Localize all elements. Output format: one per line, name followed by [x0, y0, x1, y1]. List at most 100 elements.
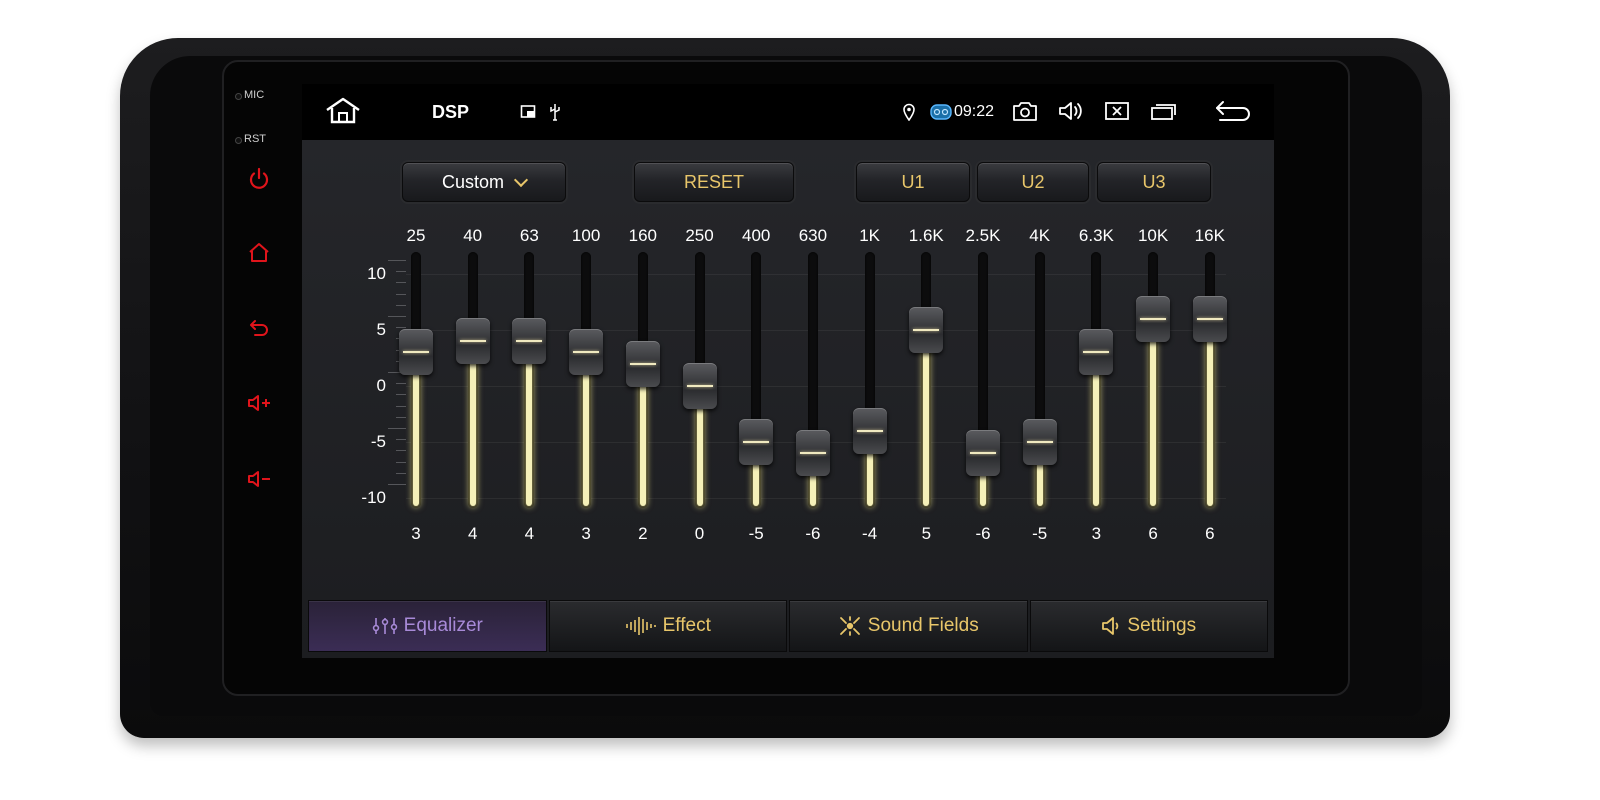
back-hw-button[interactable] — [246, 314, 272, 340]
band-gain-value: -6 — [975, 524, 991, 543]
volume-down-button[interactable] — [246, 466, 272, 492]
user-preset-1-button[interactable]: U1 — [856, 162, 970, 202]
scale-label-0: 0 — [376, 376, 386, 395]
home-hw-button[interactable] — [246, 240, 272, 266]
band-gain-value: -6 — [805, 524, 821, 543]
dsp-content: Custom RESET U1 U2 U3 10 5 0 -5 -10 25 3 4… — [302, 140, 1274, 658]
band-frequency-label: 10K — [1137, 226, 1169, 245]
band-slider-knob[interactable] — [1079, 329, 1114, 376]
back-arrow-icon — [1216, 101, 1250, 121]
home-button[interactable] — [324, 96, 362, 126]
band-level-fill — [1206, 318, 1213, 506]
band-slider-knob[interactable] — [399, 329, 433, 376]
band-frequency-label: 630 — [798, 226, 828, 245]
band-gain-value: 3 — [1091, 524, 1102, 543]
speaker-settings-icon — [1101, 616, 1121, 636]
user-preset-2-button[interactable]: U2 — [977, 162, 1089, 202]
tab-settings-label: Settings — [1127, 615, 1197, 636]
band-gain-value: 5 — [921, 524, 932, 543]
volume-up-button[interactable] — [246, 390, 272, 416]
picture-in-picture-icon — [520, 105, 536, 118]
band-frequency-label: 4K — [1029, 226, 1051, 245]
back-button[interactable] — [1214, 99, 1250, 123]
home-icon — [249, 243, 269, 262]
band-slider-knob[interactable] — [569, 329, 604, 376]
obd-icon — [930, 104, 952, 120]
screenshot-button[interactable] — [1012, 100, 1038, 122]
band-level-fill — [413, 352, 419, 506]
band-slider-knob[interactable] — [966, 430, 1000, 477]
band-gain-value: 6 — [1205, 524, 1215, 543]
recent-apps-button[interactable] — [1150, 101, 1178, 121]
tab-equalizer[interactable]: Equalizer — [308, 600, 547, 652]
band-slider-knob[interactable] — [739, 419, 774, 465]
mic-label: MIC — [234, 89, 265, 101]
band-slider-knob[interactable] — [795, 430, 830, 477]
band-level-fill — [583, 352, 590, 506]
user-preset-1-label: U1 — [901, 171, 925, 192]
scale-label-minus-10: -10 — [361, 488, 386, 507]
band-slider-knob[interactable] — [1022, 419, 1057, 465]
location-pin-icon — [903, 103, 915, 121]
band-frequency-label: 2.5K — [965, 226, 1001, 245]
volume-button[interactable] — [1058, 100, 1086, 122]
band-frequency-label: 63 — [519, 226, 539, 245]
band-gain-value: 4 — [524, 524, 535, 543]
band-frequency-label: 400 — [742, 226, 771, 245]
notification-icon-box — [520, 104, 538, 120]
band-slider-knob[interactable] — [909, 307, 944, 353]
sound-field-icon — [838, 615, 862, 637]
dsp-tab-bar: Equalizer Effect Sound Fields Settings — [308, 600, 1268, 652]
band-level-fill — [1093, 352, 1100, 506]
band-frequency-label: 160 — [628, 226, 657, 245]
band-frequency-label: 25 — [406, 226, 426, 245]
close-box-icon — [1105, 102, 1129, 120]
speaker-icon — [1059, 102, 1082, 120]
tab-sound-fields[interactable]: Sound Fields — [789, 600, 1028, 652]
band-frequency-label: 1.6K — [908, 226, 944, 245]
usb-status — [548, 103, 562, 121]
user-preset-3-label: U3 — [1142, 171, 1166, 192]
band-slider-knob[interactable] — [1192, 295, 1227, 342]
reset-button[interactable]: RESET — [634, 162, 794, 202]
band-level-fill — [526, 341, 533, 506]
band-gain-value: 6 — [1148, 524, 1158, 543]
band-frequency-label: 6.3K — [1078, 226, 1114, 245]
band-slider-knob[interactable] — [1136, 295, 1171, 342]
clock: 09:22 — [954, 103, 995, 120]
close-app-button[interactable] — [1104, 101, 1130, 121]
recent-apps-icon — [1151, 104, 1176, 120]
power-icon — [249, 167, 269, 189]
rst-label[interactable]: RST — [235, 133, 266, 145]
band-slider-knob[interactable] — [455, 318, 490, 365]
obd-status — [930, 103, 952, 121]
user-preset-2-label: U2 — [1021, 171, 1045, 192]
volume-up-icon — [248, 395, 270, 411]
back-icon — [250, 320, 268, 336]
scale-label-5: 5 — [376, 320, 386, 339]
band-level-fill — [923, 330, 930, 506]
band-slider-knob[interactable] — [625, 340, 660, 387]
tab-effect-label: Effect — [662, 615, 711, 636]
tab-settings[interactable]: Settings — [1029, 600, 1268, 652]
band-slider-knob[interactable] — [682, 363, 717, 409]
band-slider-knob[interactable] — [512, 318, 547, 365]
band-gain-value: 2 — [638, 524, 648, 543]
equalizer-sliders-icon — [372, 616, 398, 636]
hardware-side-panel: MIC RST — [232, 84, 292, 504]
scale-label-minus-5: -5 — [370, 432, 386, 451]
band-frequency-label: 40 — [463, 226, 483, 245]
band-slider-knob[interactable] — [852, 407, 887, 454]
power-button[interactable] — [246, 166, 272, 192]
band-gain-value: 3 — [411, 524, 421, 543]
reset-button-label: RESET — [683, 171, 744, 192]
waveform-icon — [625, 616, 657, 636]
preset-dropdown[interactable]: Custom — [402, 162, 566, 202]
page-title: DSP — [432, 102, 470, 122]
tab-effect[interactable]: Effect — [548, 600, 787, 652]
user-preset-3-button[interactable]: U3 — [1097, 162, 1211, 202]
home-icon — [326, 97, 360, 124]
display-screen: DSP 09:22 Custom RESET U1 U2 U3 10 5 0 -… — [302, 84, 1274, 658]
preset-dropdown-value: Custom — [441, 171, 504, 192]
usb-icon — [550, 104, 560, 121]
